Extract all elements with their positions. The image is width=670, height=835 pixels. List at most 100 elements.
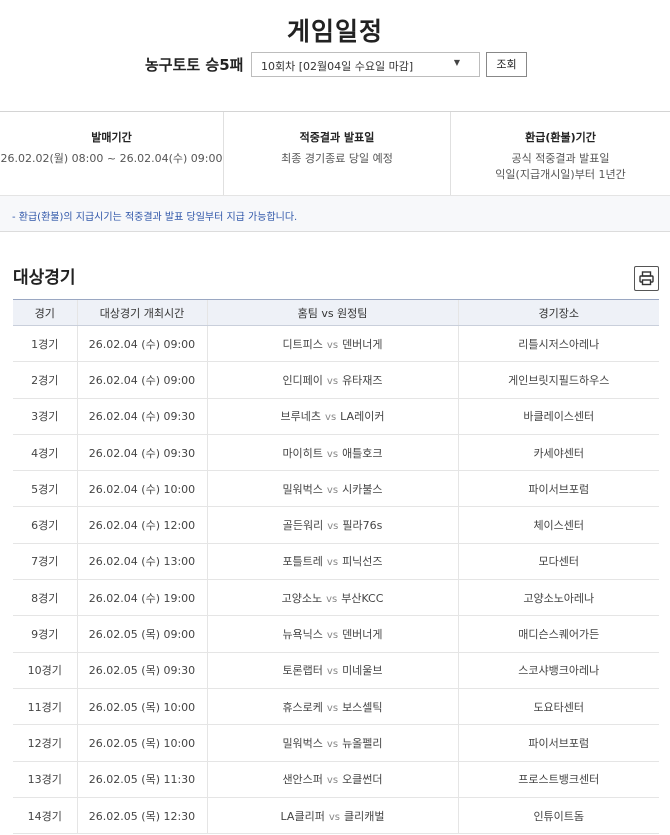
match-venue: 인튜이트돔 [457,797,659,835]
match-no: 7경기 [13,543,77,581]
vs-label: vs [326,593,338,605]
table-row: 7경기 26.02.04 (수) 13:00 포틀트레 vs 피닉선즈 모다센터 [13,543,659,581]
match-venue: 게인브릿지필드하우스 [457,361,659,399]
table-row: 2경기 26.02.04 (수) 09:00 인디페이 vs 유타재즈 게인브릿지필드하우… [13,361,659,399]
table-row: 8경기 26.02.04 (수) 19:00 고양소노 vs 부산KCC 고양소노아레나 [13,579,659,617]
match-teams: 밀워벅스 vs 시카불스 [206,470,458,508]
home-team: 뉴욕닉스 [282,628,323,642]
match-time: 26.02.05 (목) 10:00 [76,688,207,726]
search-button[interactable]: 조회 [486,52,527,77]
result-date-label: 적중결과 발표일 [299,131,375,144]
home-team: 토론랩터 [282,664,323,678]
away-team: 오클썬더 [342,773,383,787]
table-row: 10경기 26.02.05 (목) 09:30 토론랩터 vs 미네울브 스코샤뱅크아레나 [13,652,659,689]
vs-label: vs [325,412,337,424]
away-team: 유타재즈 [342,373,383,387]
home-team: 밀워벅스 [282,736,323,750]
match-no: 5경기 [13,470,77,508]
away-team: LA레이커 [340,410,385,424]
round-select-value: 10회차 [02월04일 수요일 마감] [261,60,414,73]
refund-period: 환급(환불)기간 공식 적중결과 발표일 익일(지급개시일)부터 1년간 [450,112,670,195]
dropdown-caret-icon: ▼ [453,58,460,67]
away-team: 시카불스 [342,482,383,496]
match-teams: 브루네츠 vs LA레이커 [206,398,458,435]
match-no: 4경기 [13,434,77,472]
match-time: 26.02.04 (수) 10:00 [76,470,207,508]
away-team: 부산KCC [341,591,384,605]
away-team: 덴버너게 [342,337,383,351]
vs-label: vs [326,630,339,642]
match-time: 26.02.04 (수) 13:00 [76,543,207,581]
match-no: 6경기 [13,506,77,544]
vs-label: vs [326,557,339,569]
match-teams: 뉴욕닉스 vs 덴버너게 [206,615,458,653]
match-time: 26.02.04 (수) 09:30 [76,398,207,435]
schedule-table: 경기 대상경기 개최시간 홈팀 vs 원정팀 경기장소 1경기 26.02.04 … [13,299,659,835]
vs-label: vs [328,811,340,823]
match-time: 26.02.04 (수) 09:00 [76,361,207,399]
vs-label: vs [326,484,339,496]
match-venue: 파이서브포럼 [457,724,659,762]
match-time: 26.02.05 (목) 09:30 [76,652,207,689]
match-teams: 밀워벅스 vs 뉴올펠리 [206,724,458,762]
match-teams: 휴스로케 vs 보스셀틱 [206,688,458,726]
table-row: 14경기 26.02.05 (목) 12:30 LA클리퍼 vs 클리캐벌 인튜이트돔 [13,797,659,835]
match-no: 9경기 [13,615,77,653]
vs-label: vs [326,375,339,387]
vs-label: vs [326,702,339,714]
table-row: 11경기 26.02.05 (목) 10:00 휴스로케 vs 보스셀틱 도요타센터 [13,688,659,726]
table-header-row: 경기 대상경기 개최시간 홈팀 vs 원정팀 경기장소 [13,299,659,326]
match-time: 26.02.05 (목) 10:00 [76,724,207,762]
match-time: 26.02.05 (목) 09:00 [76,615,207,653]
match-teams: 골든워리 vs 필라76s [206,506,458,544]
table-row: 4경기 26.02.04 (수) 09:30 마이히트 vs 애틀호크 카세야센터 [13,434,659,472]
vs-label: vs [326,666,339,678]
table-row: 3경기 26.02.04 (수) 09:30 브루네츠 vs LA레이커 바클레이스센터 [13,398,659,435]
round-select[interactable]: 10회차 [02월04일 수요일 마감] ▼ [251,52,480,77]
match-time: 26.02.04 (수) 09:00 [76,325,207,363]
match-venue: 모다센터 [457,543,659,581]
table-row: 1경기 26.02.04 (수) 09:00 디트피스 vs 덴버너게 리틀시저스아레나 [13,325,659,363]
vs-label: vs [326,339,339,351]
match-teams: 포틀트레 vs 피닉선즈 [206,543,458,581]
home-team: 인디페이 [282,373,323,387]
page-title: 게임일정 [286,17,383,46]
match-teams: 인디페이 vs 유타재즈 [206,361,458,399]
home-team: 마이히트 [282,446,323,460]
match-teams: 토론랩터 vs 미네울브 [206,652,458,689]
match-no: 8경기 [13,579,77,617]
vs-label: vs [326,738,339,750]
home-team: 포틀트레 [282,555,323,569]
match-no: 14경기 [13,797,77,835]
match-teams: 디트피스 vs 덴버너게 [206,325,458,363]
match-no: 13경기 [13,761,77,798]
away-team: 덴버너게 [342,628,383,642]
match-time: 26.02.05 (목) 12:30 [76,797,207,835]
section-title: 대상경기 [13,268,76,288]
home-team: 샌안스퍼 [282,773,323,787]
match-no: 1경기 [13,325,77,363]
game-selector-row: 농구토토 승5패 10회차 [02월04일 수요일 마감] ▼ 조회 [0,52,670,78]
match-venue: 프로스트뱅크센터 [457,761,659,798]
away-team: 클리캐벌 [343,809,385,823]
sale-period: 발매기간 26.02.02(월) 08:00 ~ 26.02.04(수) 09:… [0,112,223,195]
match-time: 26.02.04 (수) 12:00 [76,506,207,544]
match-venue: 바클레이스센터 [457,398,659,435]
col-header-match: 경기 [13,299,77,326]
match-venue: 스코샤뱅크아레나 [457,652,659,689]
refund-period-value: 공식 적중결과 발표일 익일(지급개시일)부터 1년간 [495,152,626,181]
match-teams: LA클리퍼 vs 클리캐벌 [206,797,458,835]
col-header-teams: 홈팀 vs 원정팀 [206,299,458,326]
home-team: 디트피스 [282,337,323,351]
refund-period-label: 환급(환불)기간 [525,131,596,144]
print-button[interactable] [634,266,659,291]
table-row: 12경기 26.02.05 (목) 10:00 밀워벅스 vs 뉴올펠리 파이서브포럼 [13,724,659,762]
match-teams: 고양소노 vs 부산KCC [206,579,458,617]
away-team: 애틀호크 [342,446,383,460]
match-venue: 체이스센터 [457,506,659,544]
home-team: 브루네츠 [280,410,322,424]
sale-period-label: 발매기간 [91,131,132,144]
match-teams: 마이히트 vs 애틀호크 [206,434,458,472]
match-no: 11경기 [13,688,77,726]
away-team: 미네울브 [342,664,383,678]
